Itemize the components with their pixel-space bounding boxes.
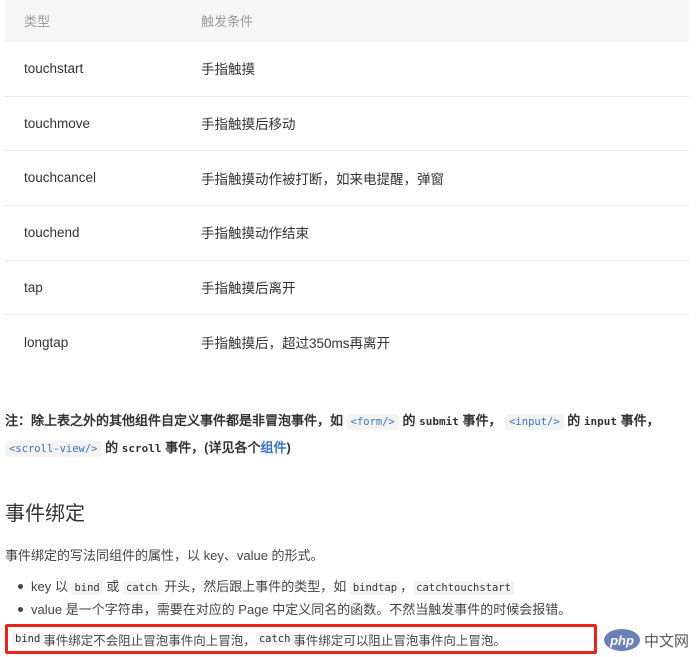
catchtouchstart-code: catchtouchstart [413,581,514,595]
table-row: touchstart 手指触摸 [5,42,689,97]
table-row: tap 手指触摸后离开 [5,261,689,316]
input-tag-code: <input/> [505,414,564,430]
event-type: touchmove [24,115,91,131]
highlight-text: 事件绑定可以阻止冒泡事件向上冒泡。 [293,633,506,648]
events-table: 类型 触发条件 touchstart 手指触摸 touchmove 手指触摸后移… [5,0,689,370]
note-text: 事件， [458,413,506,428]
table-row: touchend 手指触摸动作结束 [5,206,689,261]
event-trigger: 手指触摸后移动 [201,117,296,133]
note-text: 的 [398,413,420,428]
bind-code: bind [71,581,103,595]
event-trigger: 手指触摸 [201,62,255,78]
header-type: 类型 [24,14,51,29]
catch-code: catch [123,581,161,595]
event-trigger: 手指触摸后，超过350ms再离开 [201,336,391,352]
table-row: touchmove 手指触摸后移动 [5,97,689,152]
note-text: ) [286,440,291,455]
note-text: 事件， [617,413,660,428]
bind-code: bind [12,632,44,646]
highlight-text: 事件绑定不会阻止冒泡事件向上冒泡， [43,633,256,648]
event-type: touchend [24,224,80,240]
input-code: input [583,415,618,428]
bindtap-code: bindtap [349,581,401,595]
table-row: longtap 手指触摸后，超过350ms再离开 [5,315,689,370]
components-link[interactable]: 组件 [260,440,286,455]
submit-code: submit [419,415,459,428]
note-text: 事件，(详见各个 [161,440,261,455]
scroll-code: scroll [121,442,162,455]
list-item: key 以 bind 或 catch 开头，然后跟上事件的类型，如 bindta… [18,576,678,599]
event-type: touchcancel [24,170,97,186]
event-trigger: 手指触摸动作被打断，如来电提醒，弹窗 [201,171,444,187]
event-trigger: 手指触摸后离开 [201,281,296,297]
note-paragraph: 注：除上表之外的其他组件自定义事件都是非冒泡事件，如 <form/> 的 sub… [5,408,685,462]
watermark-logo: php 中文网 [604,627,696,653]
catch-code: catch [255,632,294,646]
form-tag-code: <form/> [346,414,399,430]
event-type: touchstart [24,60,84,76]
event-type: tap [24,279,43,295]
note-text: 的 [101,440,122,455]
section-title: 事件绑定 [5,503,85,525]
table-row: touchcancel 手指触摸动作被打断，如来电提醒，弹窗 [5,151,689,207]
section-description: 事件绑定的写法同组件的属性，以 key、value 的形式。 [5,548,324,563]
table-header: 类型 触发条件 [5,0,689,42]
watermark-text: 中文网 [644,632,690,650]
list-text: value 是一个字符串，需要在对应的 Page 中定义同名的函数。不然当触发事… [31,602,572,617]
list-text: 或 [102,579,123,594]
highlighted-note: bind 事件绑定不会阻止冒泡事件向上冒泡， catch 事件绑定可以阻止冒泡事… [5,624,597,654]
note-text: 的 [563,413,584,428]
list-text: key 以 [31,579,72,594]
note-text: 注：除上表之外的其他组件自定义事件都是非冒泡事件，如 [5,413,347,428]
binding-rules-list: key 以 bind 或 catch 开头，然后跟上事件的类型，如 bindta… [18,576,678,620]
list-item: value 是一个字符串，需要在对应的 Page 中定义同名的函数。不然当触发事… [18,599,678,620]
list-text: 开头，然后跟上事件的类型，如 [160,579,350,594]
php-logo-icon: php [604,629,640,651]
header-trigger: 触发条件 [201,14,254,29]
event-type: longtap [24,334,69,350]
list-text: ， [400,579,414,594]
event-trigger: 手指触摸动作结束 [201,226,309,242]
scroll-view-tag-code: <scroll-view/> [5,441,102,457]
